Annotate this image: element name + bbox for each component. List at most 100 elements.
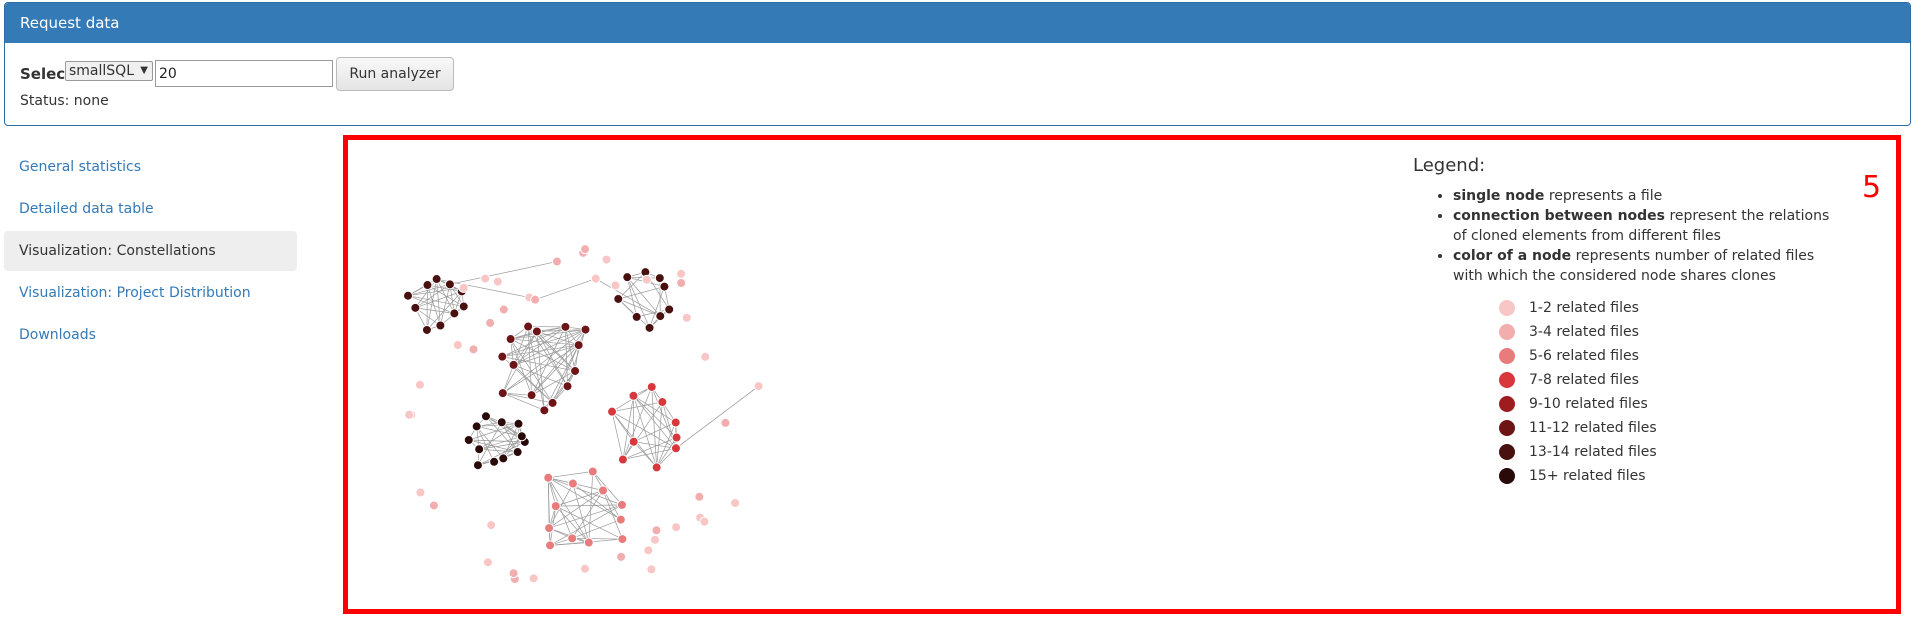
graph-node[interactable]	[610, 280, 621, 291]
graph-node[interactable]	[435, 320, 446, 331]
graph-node[interactable]	[485, 317, 496, 328]
graph-node[interactable]	[580, 244, 591, 255]
graph-node[interactable]	[580, 563, 591, 574]
graph-node[interactable]	[410, 302, 421, 313]
graph-node[interactable]	[421, 324, 432, 335]
graph-node[interactable]	[545, 540, 556, 551]
graph-node[interactable]	[449, 308, 460, 319]
graph-node[interactable]	[458, 282, 469, 293]
graph-node[interactable]	[622, 272, 633, 283]
graph-node[interactable]	[700, 351, 711, 362]
project-select[interactable]: smallSQL ▼	[65, 61, 153, 81]
graph-node[interactable]	[543, 472, 554, 483]
graph-node[interactable]	[590, 273, 601, 284]
graph-node[interactable]	[489, 456, 500, 467]
graph-node[interactable]	[617, 454, 628, 465]
graph-node[interactable]	[492, 276, 503, 287]
graph-node[interactable]	[498, 304, 509, 315]
graph-node[interactable]	[670, 443, 681, 454]
graph-node[interactable]	[463, 434, 474, 445]
graph-node[interactable]	[530, 294, 541, 305]
graph-node[interactable]	[567, 533, 578, 544]
graph-node[interactable]	[753, 381, 764, 392]
graph-node[interactable]	[631, 311, 642, 322]
graph-node[interactable]	[657, 397, 668, 408]
graph-node[interactable]	[651, 525, 662, 536]
graph-node[interactable]	[670, 417, 681, 428]
nav-item-downloads[interactable]: Downloads	[4, 315, 297, 355]
graph-node[interactable]	[628, 390, 639, 401]
graph-node[interactable]	[699, 516, 710, 527]
run-analyzer-button[interactable]: Run analyzer	[336, 57, 454, 91]
graph-node[interactable]	[428, 500, 439, 511]
graph-node[interactable]	[730, 497, 741, 508]
graph-node[interactable]	[480, 411, 491, 422]
graph-node[interactable]	[497, 388, 508, 399]
nav-item-visualization-constellations[interactable]: Visualization: Constellations	[4, 231, 297, 271]
graph-node[interactable]	[617, 534, 628, 545]
graph-node[interactable]	[560, 321, 571, 332]
graph-node[interactable]	[404, 409, 415, 420]
graph-node[interactable]	[676, 268, 687, 279]
graph-node[interactable]	[472, 460, 483, 471]
graph-node[interactable]	[513, 418, 524, 429]
graph-node[interactable]	[649, 534, 660, 545]
graph-node[interactable]	[671, 432, 682, 443]
graph-node[interactable]	[583, 537, 594, 548]
graph-node[interactable]	[659, 281, 670, 292]
graph-node[interactable]	[720, 417, 731, 428]
graph-node[interactable]	[616, 551, 627, 562]
graph-node[interactable]	[587, 466, 598, 477]
graph-node[interactable]	[551, 256, 562, 267]
graph-node[interactable]	[415, 487, 426, 498]
graph-node[interactable]	[580, 324, 591, 335]
graph-node[interactable]	[496, 417, 507, 428]
nav-item-general-statistics[interactable]: General statistics	[4, 147, 297, 187]
graph-node[interactable]	[676, 278, 687, 289]
graph-node[interactable]	[615, 514, 626, 525]
graph-node[interactable]	[482, 557, 493, 568]
graph-node[interactable]	[655, 311, 666, 322]
graph-node[interactable]	[646, 381, 657, 392]
graph-node[interactable]	[573, 340, 584, 351]
graph-node[interactable]	[607, 406, 618, 417]
graph-node[interactable]	[628, 436, 639, 447]
graph-node[interactable]	[531, 326, 542, 337]
graph-node[interactable]	[681, 312, 692, 323]
graph-node[interactable]	[644, 322, 655, 333]
graph-node[interactable]	[508, 568, 519, 579]
graph-node[interactable]	[516, 431, 527, 442]
nav-item-visualization-project-distribution[interactable]: Visualization: Project Distribution	[4, 273, 297, 313]
graph-node[interactable]	[651, 462, 662, 473]
graph-node[interactable]	[480, 273, 491, 284]
graph-node[interactable]	[497, 351, 508, 362]
graph-node[interactable]	[539, 405, 550, 416]
graph-node[interactable]	[431, 274, 442, 285]
graph-node[interactable]	[471, 421, 482, 432]
graph-node[interactable]	[694, 491, 705, 502]
graph-node[interactable]	[523, 321, 534, 332]
graph-node[interactable]	[498, 453, 509, 464]
graph-node[interactable]	[562, 381, 573, 392]
graph-node[interactable]	[512, 447, 523, 458]
graph-node[interactable]	[403, 290, 414, 301]
graph-node[interactable]	[444, 279, 455, 290]
graph-node[interactable]	[664, 304, 675, 315]
graph-node[interactable]	[452, 340, 463, 351]
graph-node[interactable]	[468, 344, 479, 355]
graph-node[interactable]	[567, 478, 578, 489]
threshold-input[interactable]	[155, 60, 333, 87]
graph-node[interactable]	[601, 254, 612, 265]
graph-node[interactable]	[643, 545, 654, 556]
graph-node[interactable]	[641, 274, 652, 285]
constellation-graph[interactable]	[383, 210, 803, 610]
graph-node[interactable]	[570, 365, 581, 376]
graph-node[interactable]	[550, 501, 561, 512]
graph-node[interactable]	[646, 564, 657, 575]
graph-node[interactable]	[458, 301, 469, 312]
graph-node[interactable]	[544, 523, 555, 534]
nav-item-detailed-data-table[interactable]: Detailed data table	[4, 189, 297, 229]
graph-node[interactable]	[505, 334, 516, 345]
graph-node[interactable]	[613, 293, 624, 304]
graph-node[interactable]	[414, 379, 425, 390]
